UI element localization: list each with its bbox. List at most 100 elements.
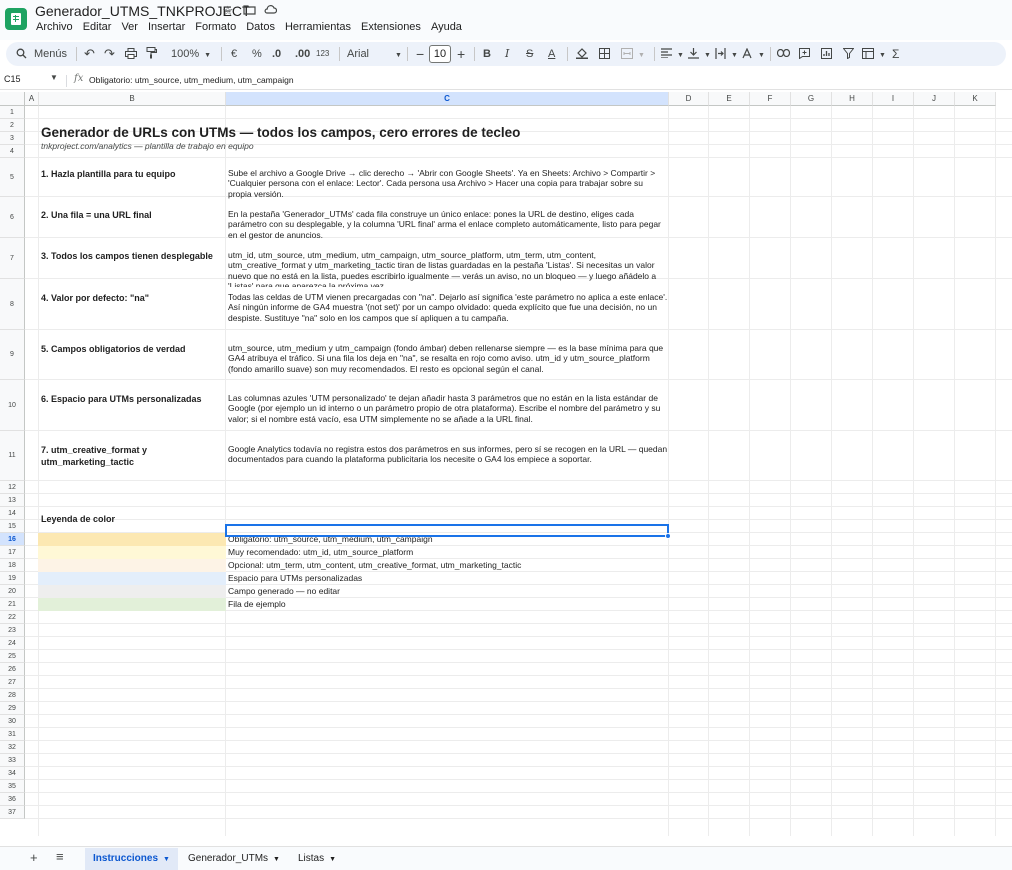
increase-decimal-button[interactable]: .00	[295, 42, 310, 66]
number-format-button[interactable]: 123	[316, 42, 329, 66]
row-header-29[interactable]: 29	[0, 702, 25, 715]
row-header-18[interactable]: 18	[0, 559, 25, 572]
row-header-13[interactable]: 13	[0, 494, 25, 507]
row-header-3[interactable]: 3	[0, 132, 25, 145]
row-header-21[interactable]: 21	[0, 598, 25, 611]
row-header-15[interactable]: 15	[0, 520, 25, 533]
row-header-7[interactable]: 7	[0, 238, 25, 279]
merge-cells-icon[interactable]: ▼	[621, 42, 645, 66]
insert-comment-icon[interactable]	[799, 42, 810, 66]
sheet-tab-generador-utms[interactable]: Generador_UTMs ▼	[180, 848, 288, 870]
add-sheet-icon[interactable]: +	[30, 850, 38, 865]
menu-editar[interactable]: Editar	[83, 21, 112, 33]
row-header-16[interactable]: 16	[0, 533, 25, 546]
row-header-8[interactable]: 8	[0, 279, 25, 330]
move-folder-icon[interactable]	[243, 3, 256, 19]
row-header-33[interactable]: 33	[0, 754, 25, 767]
column-header-k[interactable]: K	[955, 92, 996, 106]
text-color-button[interactable]: A	[548, 42, 555, 66]
currency-format-button[interactable]: €	[231, 42, 237, 66]
row-header-34[interactable]: 34	[0, 767, 25, 780]
row-header-35[interactable]: 35	[0, 780, 25, 793]
filter-views-icon[interactable]: ▼	[862, 42, 886, 66]
row-header-28[interactable]: 28	[0, 689, 25, 702]
row-header-6[interactable]: 6	[0, 197, 25, 238]
redo-icon[interactable]: ↷	[104, 42, 115, 66]
row-header-5[interactable]: 5	[0, 158, 25, 197]
chevron-down-icon[interactable]: ▼	[50, 73, 58, 82]
row-header-27[interactable]: 27	[0, 676, 25, 689]
column-header-i[interactable]: I	[873, 92, 914, 106]
formula-input[interactable]: Obligatorio: utm_source, utm_medium, utm…	[89, 75, 294, 85]
column-header-c[interactable]: C	[226, 92, 669, 106]
fill-handle[interactable]	[665, 533, 671, 539]
row-header-10[interactable]: 10	[0, 380, 25, 431]
row-header-23[interactable]: 23	[0, 624, 25, 637]
row-header-4[interactable]: 4	[0, 145, 25, 158]
decrease-font-size-button[interactable]: −	[416, 42, 424, 66]
insert-link-icon[interactable]	[776, 42, 791, 66]
chevron-down-icon[interactable]: ▼	[163, 856, 170, 863]
column-header-j[interactable]: J	[914, 92, 955, 106]
row-header-2[interactable]: 2	[0, 119, 25, 132]
strikethrough-button[interactable]: S	[526, 42, 533, 66]
increase-font-size-button[interactable]: +	[457, 42, 465, 66]
row-header-17[interactable]: 17	[0, 546, 25, 559]
filter-icon[interactable]	[842, 42, 855, 66]
bold-button[interactable]: B	[483, 42, 491, 66]
row-header-19[interactable]: 19	[0, 572, 25, 585]
undo-icon[interactable]: ↶	[84, 42, 95, 66]
chevron-down-icon[interactable]: ▼	[329, 856, 336, 863]
insert-chart-icon[interactable]	[821, 42, 832, 66]
menu-extensiones[interactable]: Extensiones	[361, 21, 421, 33]
select-all-corner[interactable]	[0, 92, 25, 106]
font-family-select[interactable]: Arial ▼	[347, 42, 402, 66]
sheets-logo-icon[interactable]	[5, 8, 27, 30]
row-header-26[interactable]: 26	[0, 663, 25, 676]
vertical-align-icon[interactable]: ▼	[688, 42, 711, 66]
column-header-a[interactable]: A	[25, 92, 39, 106]
row-header-12[interactable]: 12	[0, 481, 25, 494]
document-title[interactable]: Generador_UTMS_TNKPROJECT	[35, 3, 251, 19]
paint-format-icon[interactable]	[146, 42, 157, 66]
row-header-20[interactable]: 20	[0, 585, 25, 598]
text-wrap-icon[interactable]: ▼	[715, 42, 738, 66]
all-sheets-menu-icon[interactable]: ≡	[56, 849, 64, 864]
sheet-grid[interactable]: Generador de URLs con UTMs — todos los c…	[25, 106, 1012, 836]
percent-format-button[interactable]: %	[252, 42, 262, 66]
search-menus-icon[interactable]	[16, 42, 27, 66]
row-header-11[interactable]: 11	[0, 431, 25, 481]
borders-icon[interactable]	[599, 42, 610, 66]
column-header-d[interactable]: D	[669, 92, 709, 106]
row-header-37[interactable]: 37	[0, 806, 25, 819]
search-menus-label[interactable]: Menús	[34, 42, 67, 66]
sheet-tab-instrucciones[interactable]: Instrucciones ▼	[85, 848, 178, 870]
horizontal-align-icon[interactable]: ▼	[661, 42, 684, 66]
menu-ayuda[interactable]: Ayuda	[431, 21, 462, 33]
column-header-b[interactable]: B	[39, 92, 226, 106]
row-header-9[interactable]: 9	[0, 330, 25, 380]
name-box[interactable]: C15	[4, 74, 21, 84]
menu-ver[interactable]: Ver	[121, 21, 138, 33]
menu-datos[interactable]: Datos	[246, 21, 275, 33]
chevron-down-icon[interactable]: ▼	[273, 856, 280, 863]
row-header-14[interactable]: 14	[0, 507, 25, 520]
row-header-32[interactable]: 32	[0, 741, 25, 754]
menu-archivo[interactable]: Archivo	[36, 21, 73, 33]
menu-formato[interactable]: Formato	[195, 21, 236, 33]
decrease-decimal-button[interactable]: .0	[272, 42, 281, 66]
print-icon[interactable]	[125, 42, 137, 66]
column-header-f[interactable]: F	[750, 92, 791, 106]
italic-button[interactable]: I	[505, 42, 509, 66]
font-size-input[interactable]: 10	[429, 45, 451, 63]
row-header-30[interactable]: 30	[0, 715, 25, 728]
text-rotation-icon[interactable]: ▼	[742, 42, 765, 66]
star-icon[interactable]: ☆	[222, 3, 234, 19]
sheet-tab-listas[interactable]: Listas ▼	[290, 848, 344, 870]
zoom-select[interactable]: 100% ▼	[171, 42, 211, 66]
row-header-36[interactable]: 36	[0, 793, 25, 806]
column-header-g[interactable]: G	[791, 92, 832, 106]
active-cell-selection[interactable]	[225, 524, 669, 537]
row-header-22[interactable]: 22	[0, 611, 25, 624]
fill-color-icon[interactable]	[576, 42, 588, 66]
